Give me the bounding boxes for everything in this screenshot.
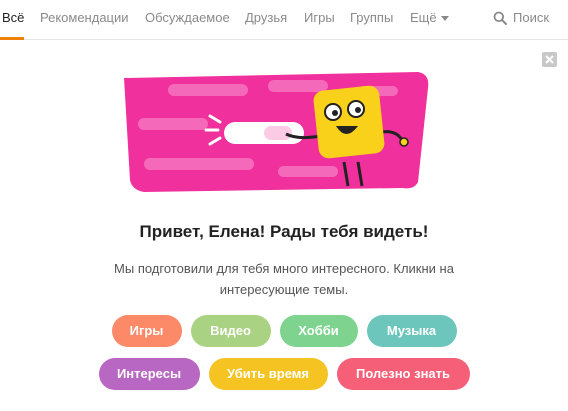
topic-chip-games[interactable]: Игры	[111, 315, 182, 347]
tab-more-label: Ещё	[410, 10, 437, 25]
search-label: Поиск	[513, 10, 550, 25]
topic-chip-useful[interactable]: Полезно знать	[336, 358, 470, 390]
topic-chip-interests[interactable]: Интересы	[98, 358, 200, 390]
topics-row-2: Интересы Убить время Полезно знать	[0, 358, 568, 390]
tab-games[interactable]: Игры	[304, 10, 335, 25]
greeting-title: Привет, Елена! Рады тебя видеть!	[139, 222, 429, 241]
topic-chip-video[interactable]: Видео	[190, 315, 271, 347]
close-button[interactable]	[542, 52, 557, 67]
tab-more[interactable]: Ещё	[410, 10, 449, 25]
topic-chip-music[interactable]: Музыка	[366, 315, 457, 347]
greeting-description: Мы подготовили для тебя много интересног…	[114, 261, 454, 297]
character-icon	[313, 85, 385, 159]
tab-recommendations[interactable]: Рекомендации	[40, 10, 129, 25]
top-nav: Всё Рекомендации Обсуждаемое Друзья Игры…	[0, 0, 568, 40]
tab-all[interactable]: Всё	[2, 10, 24, 25]
topic-chip-kill-time[interactable]: Убить время	[208, 358, 328, 390]
chevron-down-icon	[440, 16, 449, 21]
tab-groups[interactable]: Группы	[350, 10, 393, 25]
active-tab-indicator	[0, 37, 24, 40]
tab-friends[interactable]: Друзья	[245, 10, 287, 25]
welcome-illustration	[124, 72, 429, 192]
tab-discussed[interactable]: Обсуждаемое	[145, 10, 230, 25]
close-icon	[545, 55, 554, 64]
search-icon	[493, 11, 507, 25]
topic-chip-hobby[interactable]: Хобби	[279, 315, 358, 347]
topics-row-1: Игры Видео Хобби Музыка	[0, 315, 568, 347]
search-button[interactable]: Поиск	[493, 10, 549, 25]
